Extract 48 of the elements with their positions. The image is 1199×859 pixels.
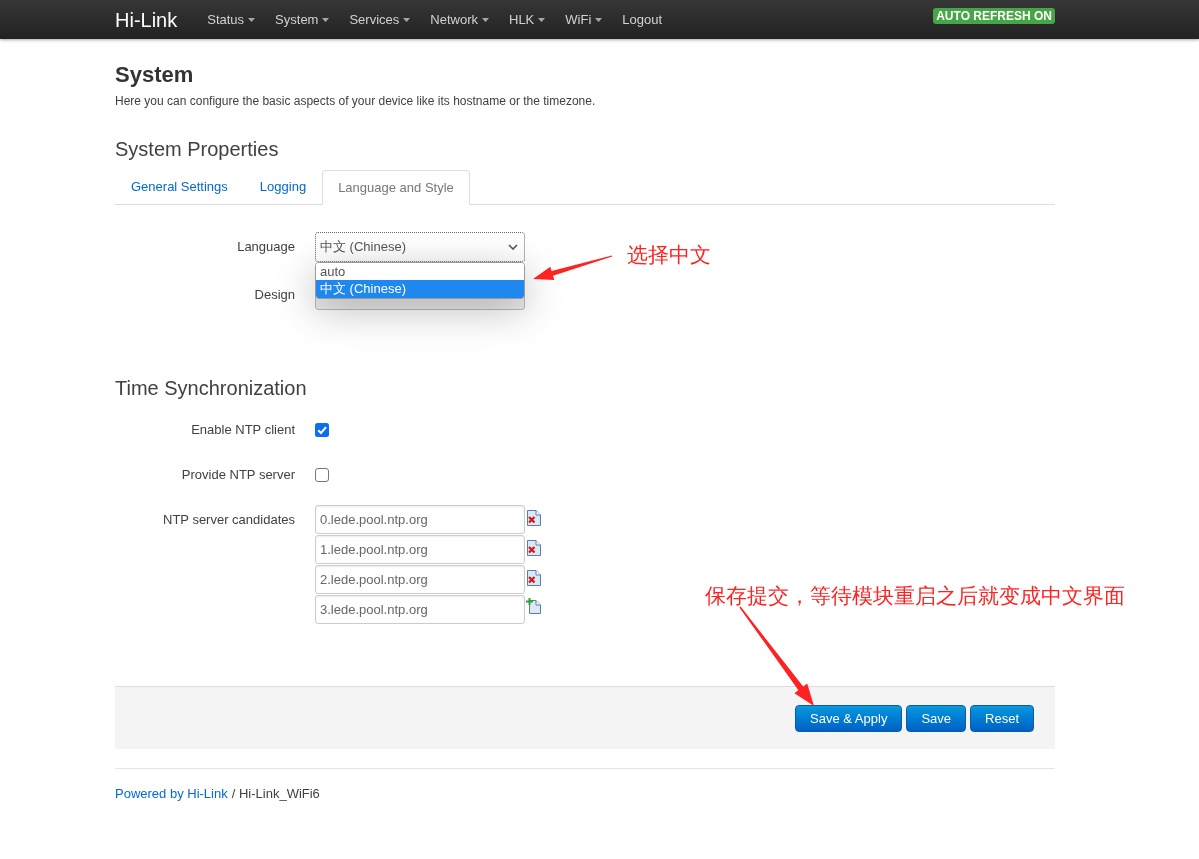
caret-icon — [595, 17, 603, 22]
nav-menu-item[interactable]: Network — [420, 0, 499, 39]
checkbox[interactable] — [315, 468, 329, 482]
field-label: Language — [236, 238, 296, 257]
nav-menu-item[interactable]: Status — [197, 0, 266, 39]
ntp-server-input[interactable]: 1.lede.pool.ntp.org — [315, 535, 525, 564]
tab[interactable]: General Settings — [115, 170, 244, 204]
tab[interactable]: Language and Style — [322, 170, 470, 205]
field-label: Provide NTP server — [180, 466, 296, 485]
ntp-server-input[interactable]: 3.lede.pool.ntp.org — [315, 595, 525, 624]
language-select[interactable]: 中文 (Chinese) — [315, 232, 525, 262]
page-title: System — [115, 61, 195, 89]
auto-refresh-badge[interactable]: AUTO REFRESH ON — [933, 8, 1055, 24]
caret-icon — [322, 17, 330, 22]
checkbox[interactable] — [315, 423, 329, 437]
nav-menu-item[interactable]: HLK — [499, 0, 556, 39]
section-title: System Properties — [115, 137, 280, 162]
reset-button[interactable]: Reset — [970, 704, 1034, 732]
brand-link[interactable]: Hi-Link — [115, 5, 178, 34]
save-apply-button[interactable]: Save & Apply — [795, 704, 903, 732]
section-title: Time Synchronization — [115, 376, 308, 401]
caret-icon — [248, 17, 256, 22]
page-description: Here you can configure the basic aspects of your device like its hostname or the timezone. — [115, 93, 597, 109]
dropdown-option[interactable]: auto — [316, 263, 524, 280]
page-remove-icon[interactable] — [526, 570, 542, 586]
field-label: NTP server candidates — [162, 510, 296, 529]
tab[interactable]: Logging — [243, 170, 323, 204]
nav-menu-item[interactable]: System — [265, 0, 340, 39]
dropdown-option[interactable]: 中文 (Chinese) — [316, 280, 524, 298]
caret-icon — [538, 17, 546, 22]
page-add-icon[interactable] — [526, 598, 542, 614]
page-remove-icon[interactable] — [526, 540, 542, 556]
nav-menu-item[interactable]: WiFi — [555, 0, 613, 39]
field-label: Design — [253, 286, 296, 305]
caret-icon — [482, 17, 489, 22]
annotation-text: 选择中文 — [627, 242, 711, 268]
annotation-text: 保存提交，等待模块重启之后就变成中文界面 — [705, 583, 1125, 609]
save-button[interactable]: Save — [906, 704, 967, 732]
field-label: Enable NTP client — [190, 421, 296, 440]
nav-menu-item[interactable]: Logout — [612, 0, 673, 39]
page-remove-icon[interactable] — [526, 510, 542, 526]
chevron-down-icon — [508, 244, 518, 250]
firmware-name: / Hi-Link_WiFi6 — [231, 786, 320, 802]
ntp-server-input[interactable]: 2.lede.pool.ntp.org — [315, 565, 525, 594]
nav-menu-item[interactable]: Services — [339, 0, 421, 39]
powered-by-link[interactable]: Powered by Hi-Link — [115, 786, 228, 802]
ntp-server-input[interactable]: 0.lede.pool.ntp.org — [315, 505, 525, 534]
caret-icon — [403, 17, 411, 22]
